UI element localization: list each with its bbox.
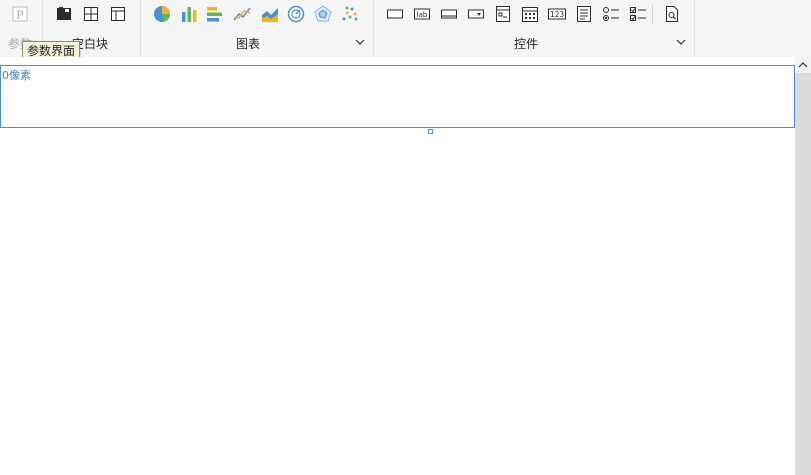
scrollbar-track[interactable] [795,73,811,475]
param-icon[interactable]: P [10,4,30,24]
parameter-panel[interactable]: 0像素 [0,65,795,128]
date-widget-icon[interactable] [520,4,540,24]
chart-group-expand-icon[interactable] [355,37,365,47]
dropdown-tree-widget-icon[interactable] [493,4,513,24]
gauge-chart-icon[interactable] [286,4,306,24]
pie-chart-icon[interactable] [152,4,172,24]
radio-group-widget-icon[interactable] [601,4,621,24]
search-widget-icon[interactable] [662,4,682,24]
checkbox-group-widget-icon[interactable] [628,4,648,24]
design-canvas[interactable]: 0像素 [0,57,795,475]
area-chart-icon[interactable] [260,4,280,24]
svg-text:P: P [16,9,24,22]
toolbar: P 参数 空白块 图表 lab 123 控件 参数界面 [0,0,811,61]
scatter-chart-icon[interactable] [340,4,360,24]
textbox-widget-icon[interactable] [385,4,405,24]
button-widget-icon[interactable] [439,4,459,24]
widget-group-label: 控件 [514,37,539,51]
chart-group: 图表 [140,0,374,57]
bar-chart-icon[interactable] [179,4,199,24]
svg-text:lab: lab [417,11,428,19]
dropdown-widget-icon[interactable] [466,4,486,24]
label-widget-icon[interactable]: lab [412,4,432,24]
absolute-layout-icon[interactable] [54,4,74,24]
tab-layout-icon[interactable] [108,4,128,24]
chevron-up-icon [798,62,808,68]
textarea-widget-icon[interactable] [574,4,594,24]
line-chart-icon[interactable] [232,4,252,24]
split-layout-icon[interactable] [81,4,101,24]
widget-group: lab 123 控件 [373,0,695,57]
param-panel-size-label: 0像素 [2,69,31,82]
resize-handle[interactable] [428,129,433,134]
widget-group-expand-icon[interactable] [676,37,686,47]
scroll-up-button[interactable] [795,57,811,73]
svg-text:123: 123 [550,10,565,19]
vertical-scrollbar[interactable] [795,57,811,475]
chart-group-label: 图表 [236,37,261,51]
widget-separator [652,4,653,24]
radar-chart-icon[interactable] [313,4,333,24]
horizontal-bar-chart-icon[interactable] [205,4,225,24]
number-widget-icon[interactable]: 123 [547,4,567,24]
